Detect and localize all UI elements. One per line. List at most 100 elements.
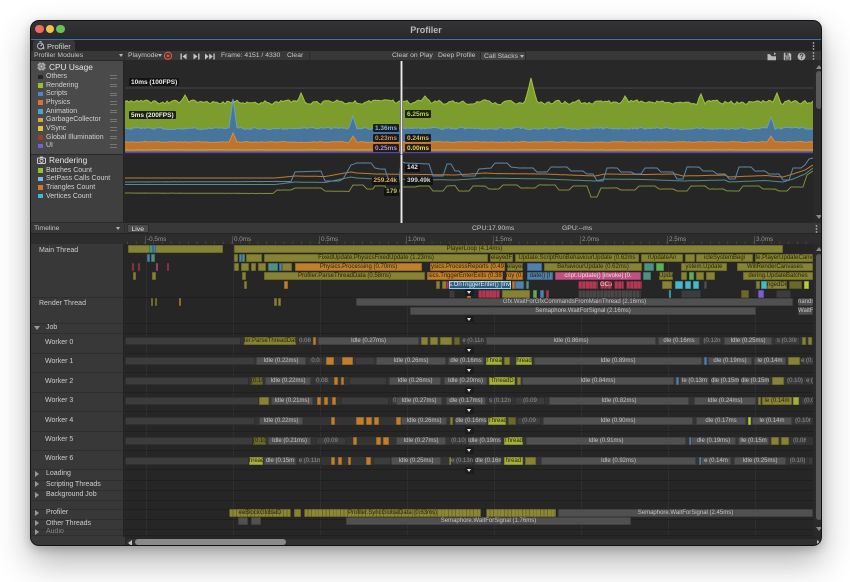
sample-span[interactable] bbox=[546, 290, 549, 298]
record-button[interactable] bbox=[163, 51, 173, 61]
sample-span[interactable] bbox=[258, 263, 266, 271]
sample-span[interactable] bbox=[151, 298, 153, 306]
sample-span[interactable]: Idle (0.22ms) bbox=[265, 377, 311, 385]
help-button[interactable] bbox=[797, 52, 806, 61]
legend-item-physics[interactable]: Physics bbox=[31, 98, 124, 107]
sample-span[interactable] bbox=[758, 290, 764, 298]
sample-span[interactable]: WaitForSig bbox=[798, 307, 813, 315]
sample-span[interactable]: Idle (0.91ms) bbox=[526, 437, 686, 445]
sample-span[interactable] bbox=[268, 263, 278, 271]
sample-span[interactable] bbox=[125, 337, 241, 345]
sample-span[interactable]: Idle (0.84ms) bbox=[522, 377, 674, 385]
sample-span[interactable] bbox=[517, 377, 521, 385]
sample-span[interactable]: dle (0.15m bbox=[711, 377, 739, 385]
sample-span[interactable]: (0.12n bbox=[702, 337, 722, 345]
sample-span[interactable] bbox=[486, 509, 556, 517]
expand-arrow-icon[interactable] bbox=[35, 520, 39, 526]
sample-span[interactable] bbox=[685, 254, 695, 262]
sample-span[interactable]: dle (0.19ms) bbox=[691, 437, 736, 445]
sample-span[interactable] bbox=[234, 263, 239, 271]
sample-span[interactable]: Idle (0.82ms) bbox=[549, 397, 689, 405]
sample-span[interactable] bbox=[251, 517, 261, 525]
sample-span[interactable] bbox=[356, 417, 364, 425]
prev-frame-button[interactable] bbox=[179, 52, 187, 60]
sample-span[interactable] bbox=[662, 281, 672, 289]
sample-span[interactable] bbox=[151, 254, 155, 262]
sample-span[interactable] bbox=[504, 357, 510, 365]
expand-arrow-icon[interactable] bbox=[35, 510, 39, 516]
sample-span[interactable]: le (0.14m bbox=[762, 397, 792, 405]
sample-span[interactable] bbox=[430, 337, 438, 345]
module-rendering-legend[interactable]: RenderingBatches CountSetPass Calls Coun… bbox=[31, 155, 124, 224]
sample-span[interactable]: e (0.13n bbox=[451, 457, 473, 465]
sample-span[interactable] bbox=[450, 417, 453, 425]
sample-span[interactable]: rUpdateAn bbox=[641, 254, 683, 262]
sample-span[interactable]: Idle (0.20ms) bbox=[444, 377, 487, 385]
sample-span[interactable]: Idle (0.86ms) bbox=[486, 337, 656, 345]
sample-span[interactable]: dle (0.19ms) bbox=[708, 357, 752, 365]
sample-span[interactable] bbox=[125, 357, 255, 365]
sample-span[interactable] bbox=[527, 263, 542, 271]
sample-span[interactable]: 0.08 bbox=[298, 337, 312, 345]
sample-span[interactable]: Idle (0.19ms) bbox=[468, 437, 501, 445]
sample-span[interactable]: (0.09 bbox=[517, 417, 541, 425]
sample-span[interactable]: hread bbox=[516, 357, 532, 365]
drag-handle-icon[interactable] bbox=[110, 75, 117, 78]
legend-item-animation[interactable]: Animation bbox=[31, 107, 124, 116]
sample-span[interactable]: elayedF bbox=[490, 254, 513, 262]
sample-span[interactable]: dering.UpdateBatches bbox=[743, 272, 813, 280]
sample-span[interactable]: (0.09 bbox=[515, 397, 545, 405]
sample-span[interactable]: ThreadD bbox=[489, 377, 515, 385]
sample-span[interactable]: Idle (0.27ms) bbox=[318, 337, 419, 345]
sample-span[interactable] bbox=[355, 357, 375, 365]
sample-span[interactable] bbox=[294, 509, 301, 517]
sample-span[interactable]: Idle (0.25ms) bbox=[724, 337, 772, 345]
sample-span[interactable] bbox=[342, 357, 353, 365]
sample-span[interactable] bbox=[167, 263, 169, 271]
sample-span[interactable] bbox=[741, 290, 749, 298]
sample-span[interactable] bbox=[804, 281, 809, 289]
sample-span[interactable]: PlayerLoop (4.14ms) bbox=[234, 245, 783, 253]
sample-span[interactable] bbox=[284, 281, 288, 289]
sample-span[interactable] bbox=[454, 337, 460, 345]
sample-span[interactable]: Idle (0.24ms) bbox=[694, 397, 756, 405]
drag-handle-icon[interactable] bbox=[110, 136, 117, 139]
sample-span[interactable]: dle (0.16ms bbox=[475, 457, 501, 465]
sample-span[interactable]: e (0.11n bbox=[806, 377, 813, 385]
sample-span[interactable] bbox=[331, 457, 335, 465]
sample-span[interactable] bbox=[478, 290, 500, 298]
sample-span[interactable]: roy (0. bbox=[506, 272, 523, 280]
flow-indicator-icon[interactable] bbox=[465, 467, 474, 474]
sample-span[interactable] bbox=[179, 298, 181, 306]
sample-span[interactable]: Profiler.SyncGlobalData (0.63ms) bbox=[304, 509, 481, 517]
sample-span[interactable]: 0.0 bbox=[308, 357, 323, 365]
sample-span[interactable] bbox=[533, 290, 537, 298]
scroll-down-icon[interactable] bbox=[816, 215, 822, 219]
flow-indicator-icon[interactable] bbox=[465, 347, 474, 354]
profiler-modules-dropdown[interactable]: Profiler Modules bbox=[34, 52, 83, 59]
legend-item-batches-count[interactable]: Batches Count bbox=[31, 166, 124, 175]
sample-span[interactable]: dle (0.17ms) bbox=[446, 397, 486, 405]
sample-span[interactable]: Gfx.WaitForGfxCommandsFromMainThread (2.… bbox=[356, 298, 793, 306]
sample-span[interactable] bbox=[656, 263, 664, 271]
sample-span[interactable]: (0.09 bbox=[316, 437, 346, 445]
sample-span[interactable] bbox=[788, 357, 800, 365]
sample-span[interactable]: hread bbox=[504, 457, 523, 465]
sample-span[interactable]: (0.10r bbox=[251, 377, 263, 385]
sample-span[interactable] bbox=[808, 457, 813, 465]
sample-span[interactable]: BehaviourUpdate (0.62ms) bbox=[544, 263, 642, 271]
sample-span[interactable] bbox=[706, 272, 715, 280]
sample-span[interactable]: (0.08 bbox=[793, 437, 806, 445]
clear-on-play-toggle[interactable]: Clear on Play bbox=[392, 52, 433, 59]
live-toggle[interactable]: Live bbox=[127, 224, 149, 233]
sample-span[interactable]: le (0.14m bbox=[754, 357, 786, 365]
thread-row-worker-6[interactable]: Worker 6 bbox=[45, 455, 73, 462]
flow-indicator-icon[interactable] bbox=[465, 316, 474, 323]
sample-span[interactable] bbox=[689, 272, 694, 280]
sample-span[interactable] bbox=[353, 437, 357, 445]
sample-span[interactable] bbox=[502, 290, 530, 298]
sample-span[interactable] bbox=[341, 377, 344, 385]
sample-span[interactable]: s (0.12n bbox=[488, 397, 512, 405]
sample-span[interactable] bbox=[748, 417, 751, 425]
sample-span[interactable]: ystem.Update bbox=[681, 263, 727, 271]
